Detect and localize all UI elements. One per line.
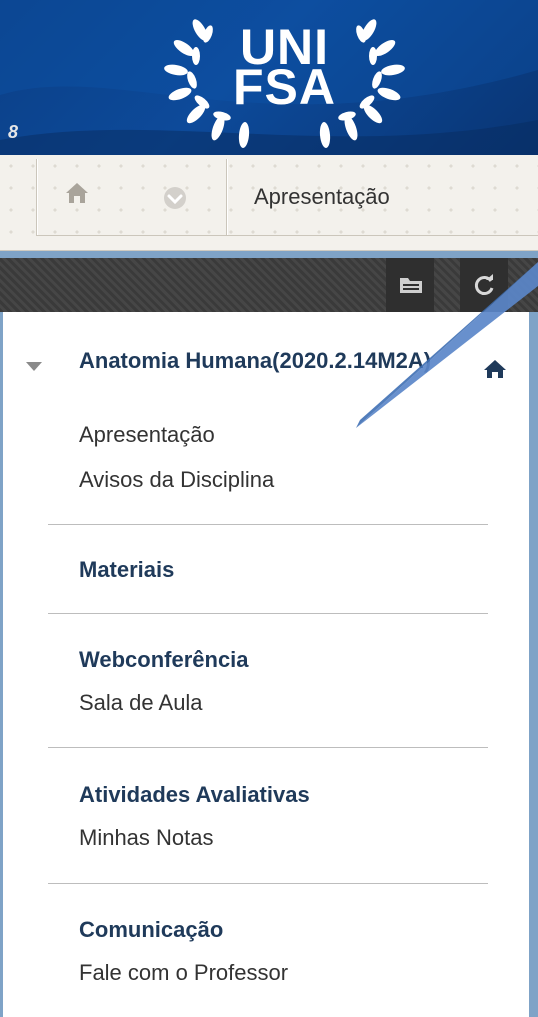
menu-heading-atividades-avaliativas[interactable]: Atividades Avaliativas [79, 782, 310, 808]
menu-divider [48, 524, 488, 525]
breadcrumb: Apresentação [36, 159, 538, 236]
menu-item-apresentacao[interactable]: Apresentação [79, 422, 215, 448]
home-icon[interactable] [63, 179, 91, 207]
breadcrumb-bar: Apresentação [0, 155, 538, 251]
menu-item-fale-com-o-professor[interactable]: Fale com o Professor [79, 960, 288, 986]
menu-divider [48, 747, 488, 748]
refresh-button[interactable] [460, 258, 508, 312]
collapse-triangle-icon[interactable] [24, 359, 44, 373]
menu-divider [48, 883, 488, 884]
logo-text-line2: FSA [233, 59, 336, 115]
unifsa-logo[interactable]: UNI FSA [162, 8, 407, 148]
course-title[interactable]: Anatomia Humana(2020.2.14M2A) [79, 350, 459, 372]
chevron-down-circle-icon[interactable] [160, 184, 190, 212]
menu-heading-comunicacao[interactable]: Comunicação [79, 917, 223, 943]
menu-heading-webconferencia[interactable]: Webconferência [79, 647, 249, 673]
breadcrumb-current[interactable]: Apresentação [254, 184, 390, 210]
header-banner: UNI FSA 8 [0, 0, 538, 155]
course-home-icon[interactable] [483, 358, 507, 380]
menu-item-sala-de-aula[interactable]: Sala de Aula [79, 690, 203, 716]
refresh-icon [474, 274, 494, 295]
menu-divider [48, 613, 488, 614]
course-menu-toolbar [0, 258, 538, 312]
folder-view-icon [400, 278, 422, 293]
folder-view-button[interactable] [386, 258, 434, 312]
banner-badge: 8 [8, 122, 19, 142]
breadcrumb-divider [226, 159, 227, 235]
menu-item-avisos-da-disciplina[interactable]: Avisos da Disciplina [79, 467, 274, 493]
course-menu-panel: Anatomia Humana(2020.2.14M2A) Apresentaç… [3, 312, 529, 1017]
menu-heading-materiais[interactable]: Materiais [79, 557, 174, 583]
menu-item-minhas-notas[interactable]: Minhas Notas [79, 825, 214, 851]
